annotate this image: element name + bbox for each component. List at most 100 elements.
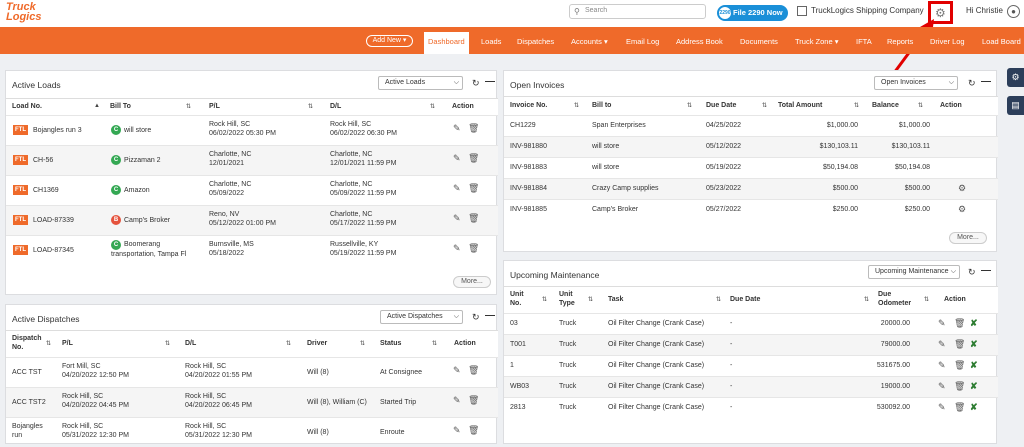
sort-icon[interactable]: ⇅ — [542, 296, 547, 303]
upcoming-maintenance-select[interactable]: Upcoming Maintenance ⌵ — [868, 265, 960, 279]
sort-icon[interactable]: ⇅ — [918, 102, 923, 109]
col-dl[interactable]: D/L — [330, 103, 341, 110]
sort-icon[interactable]: ⇅ — [574, 102, 579, 109]
loads-more-button[interactable]: More... — [453, 276, 491, 288]
edit-icon[interactable]: ✎ — [453, 153, 461, 164]
col-invoice-no[interactable]: Invoice No. — [510, 102, 547, 109]
collapse-icon[interactable]: — — [485, 310, 495, 321]
col-unit-type[interactable]: Unit — [559, 291, 573, 298]
search-input[interactable]: ⚲ Search — [569, 4, 706, 19]
edit-icon[interactable]: ✎ — [938, 318, 946, 329]
invoice-no[interactable]: INV-981884 — [510, 184, 547, 193]
notes-icon[interactable]: ▤ — [1007, 96, 1024, 115]
edit-icon[interactable]: ✎ — [453, 365, 461, 376]
edit-icon[interactable]: ✎ — [453, 243, 461, 254]
col-total-amount[interactable]: Total Amount — [778, 102, 822, 109]
load-no[interactable]: Bojangles run 3 — [33, 126, 82, 135]
nav-ifta[interactable]: IFTA — [856, 37, 872, 46]
trash-icon[interactable]: 🗑 — [468, 213, 479, 224]
load-no[interactable]: CH-56 — [33, 156, 53, 165]
invoice-no[interactable]: INV-981880 — [510, 142, 547, 151]
load-no[interactable]: CH1369 — [33, 186, 59, 195]
nav-accounts[interactable]: Accounts ▾ — [571, 37, 608, 46]
refresh-icon[interactable]: ↻ — [968, 78, 976, 89]
col-due-odometer[interactable]: Due — [878, 291, 891, 298]
edit-icon[interactable]: ✎ — [938, 381, 946, 392]
nav-loads[interactable]: Loads — [481, 37, 501, 46]
trash-icon[interactable]: 🗑 — [468, 365, 479, 376]
load-no[interactable]: LOAD-87345 — [33, 246, 74, 255]
payment-icon[interactable]: ⚙ — [958, 204, 966, 215]
load-no[interactable]: LOAD-87339 — [33, 216, 74, 225]
refresh-icon[interactable]: ↻ — [472, 78, 480, 89]
edit-icon[interactable]: ✎ — [938, 339, 946, 350]
edit-icon[interactable]: ✎ — [453, 123, 461, 134]
trash-icon[interactable]: 🗑 — [954, 381, 965, 392]
dispatch-no[interactable]: Bojangles — [12, 422, 43, 431]
trash-icon[interactable]: 🗑 — [954, 318, 965, 329]
refresh-icon[interactable]: ↻ — [472, 312, 480, 323]
nav-dispatches[interactable]: Dispatches — [517, 37, 554, 46]
sort-icon[interactable]: ⇅ — [854, 102, 859, 109]
nav-load-board[interactable]: Load Board — [982, 37, 1021, 46]
sort-icon[interactable]: ⇅ — [430, 103, 435, 110]
trash-icon[interactable]: 🗑 — [468, 183, 479, 194]
company-selector[interactable]: TruckLogics Shipping Company — [797, 6, 924, 16]
dispatch-no[interactable]: ACC TST2 — [12, 398, 46, 407]
edit-icon[interactable]: ✎ — [453, 183, 461, 194]
file-2290-button[interactable]: 2290 File 2290 Now — [717, 5, 788, 21]
col-dl[interactable]: D/L — [185, 340, 196, 347]
nav-truck-zone[interactable]: Truck Zone ▾ — [795, 37, 839, 46]
invoice-no[interactable]: CH1229 — [510, 121, 536, 130]
complete-maintenance-icon[interactable]: ✘ — [970, 402, 978, 413]
col-dispatch-no[interactable]: Dispatch — [12, 335, 42, 342]
collapse-icon[interactable]: — — [981, 76, 991, 87]
edit-icon[interactable]: ✎ — [938, 402, 946, 413]
complete-maintenance-icon[interactable]: ✘ — [970, 360, 978, 371]
sort-icon[interactable]: ⇅ — [165, 340, 170, 347]
complete-maintenance-icon[interactable]: ✘ — [970, 339, 978, 350]
edit-icon[interactable]: ✎ — [453, 425, 461, 436]
collapse-icon[interactable]: — — [485, 76, 495, 87]
payment-icon[interactable]: ⚙ — [958, 183, 966, 194]
nav-address-book[interactable]: Address Book — [676, 37, 723, 46]
unit-no[interactable]: 03 — [510, 319, 518, 328]
sort-icon[interactable]: ▲ — [94, 103, 100, 109]
add-new-button[interactable]: Add New ▾ — [366, 35, 413, 47]
col-due-date[interactable]: Due Date — [706, 102, 736, 109]
trash-icon[interactable]: 🗑 — [468, 243, 479, 254]
open-invoices-select[interactable]: Open Invoices ⌵ — [874, 76, 958, 90]
nav-driver-log[interactable]: Driver Log — [930, 37, 965, 46]
col-bill-to[interactable]: Bill to — [592, 102, 611, 109]
active-loads-select[interactable]: Active Loads ⌵ — [378, 76, 463, 90]
unit-no[interactable]: 2813 — [510, 403, 526, 412]
sort-icon[interactable]: ⇅ — [308, 103, 313, 110]
active-dispatches-select[interactable]: Active Dispatches ⌵ — [380, 310, 463, 324]
invoices-more-button[interactable]: More... — [949, 232, 987, 244]
dispatch-no[interactable]: ACC TST — [12, 368, 42, 377]
col-unit-no[interactable]: Unit — [510, 291, 524, 298]
collapse-icon[interactable]: — — [981, 265, 991, 276]
edit-icon[interactable]: ✎ — [453, 213, 461, 224]
trash-icon[interactable]: 🗑 — [468, 395, 479, 406]
unit-no[interactable]: WB03 — [510, 382, 529, 391]
col-pl[interactable]: P/L — [209, 103, 220, 110]
user-avatar-icon[interactable]: ● — [1007, 5, 1020, 18]
col-balance[interactable]: Balance — [872, 102, 899, 109]
col-pl[interactable]: P/L — [62, 340, 73, 347]
sort-icon[interactable]: ⇅ — [864, 296, 869, 303]
trucklogics-logo[interactable]: Truck Logics — [6, 2, 42, 24]
sort-icon[interactable]: ⇅ — [924, 296, 929, 303]
sort-icon[interactable]: ⇅ — [286, 340, 291, 347]
sort-icon[interactable]: ⇅ — [186, 103, 191, 110]
invoice-no[interactable]: INV-981885 — [510, 205, 547, 214]
sort-icon[interactable]: ⇅ — [46, 340, 51, 347]
complete-maintenance-icon[interactable]: ✘ — [970, 318, 978, 329]
nav-email-log[interactable]: Email Log — [626, 37, 659, 46]
trash-icon[interactable]: 🗑 — [468, 425, 479, 436]
trash-icon[interactable]: 🗑 — [468, 123, 479, 134]
trash-icon[interactable]: 🗑 — [954, 339, 965, 350]
trash-icon[interactable]: 🗑 — [468, 153, 479, 164]
unit-no[interactable]: T001 — [510, 340, 526, 349]
sort-icon[interactable]: ⇅ — [687, 102, 692, 109]
